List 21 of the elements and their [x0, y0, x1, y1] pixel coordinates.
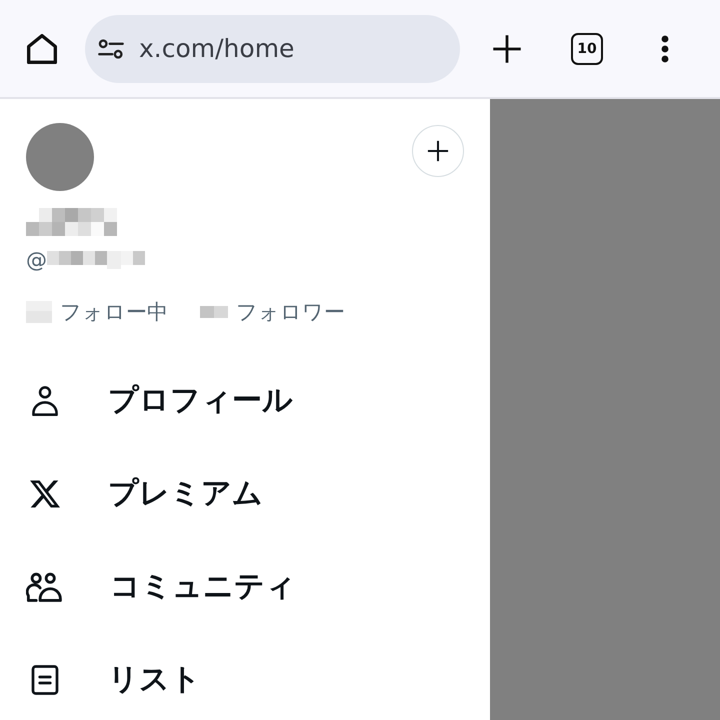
- x-logo-icon: [30, 478, 60, 508]
- address-bar[interactable]: x.com/home: [85, 14, 460, 82]
- stat-label[interactable]: フォロワー: [236, 298, 345, 326]
- menu-item[interactable]: コミュニティ: [26, 540, 296, 633]
- handle-prefix: @: [26, 248, 47, 272]
- plus-icon: [492, 34, 522, 64]
- pixelated-count-drawing: [200, 306, 228, 318]
- two-people-icon: [26, 572, 62, 602]
- more-vertical-icon: [661, 34, 669, 62]
- document-icon: [30, 664, 60, 694]
- stat-label[interactable]: フォロー中: [60, 298, 168, 326]
- menu-item[interactable]: プロフィール: [26, 354, 293, 447]
- tab-switcher-button[interactable]: 10: [571, 32, 603, 64]
- add-account-button[interactable]: [412, 125, 464, 177]
- menu-item[interactable]: プレミアム: [26, 447, 263, 540]
- pixelated-count-drawing: [26, 301, 52, 323]
- menu-item[interactable]: リスト: [26, 633, 201, 720]
- home-icon: [27, 34, 57, 64]
- plus-icon: [427, 140, 449, 162]
- tune-icon: [98, 38, 124, 60]
- person-icon: [30, 386, 60, 416]
